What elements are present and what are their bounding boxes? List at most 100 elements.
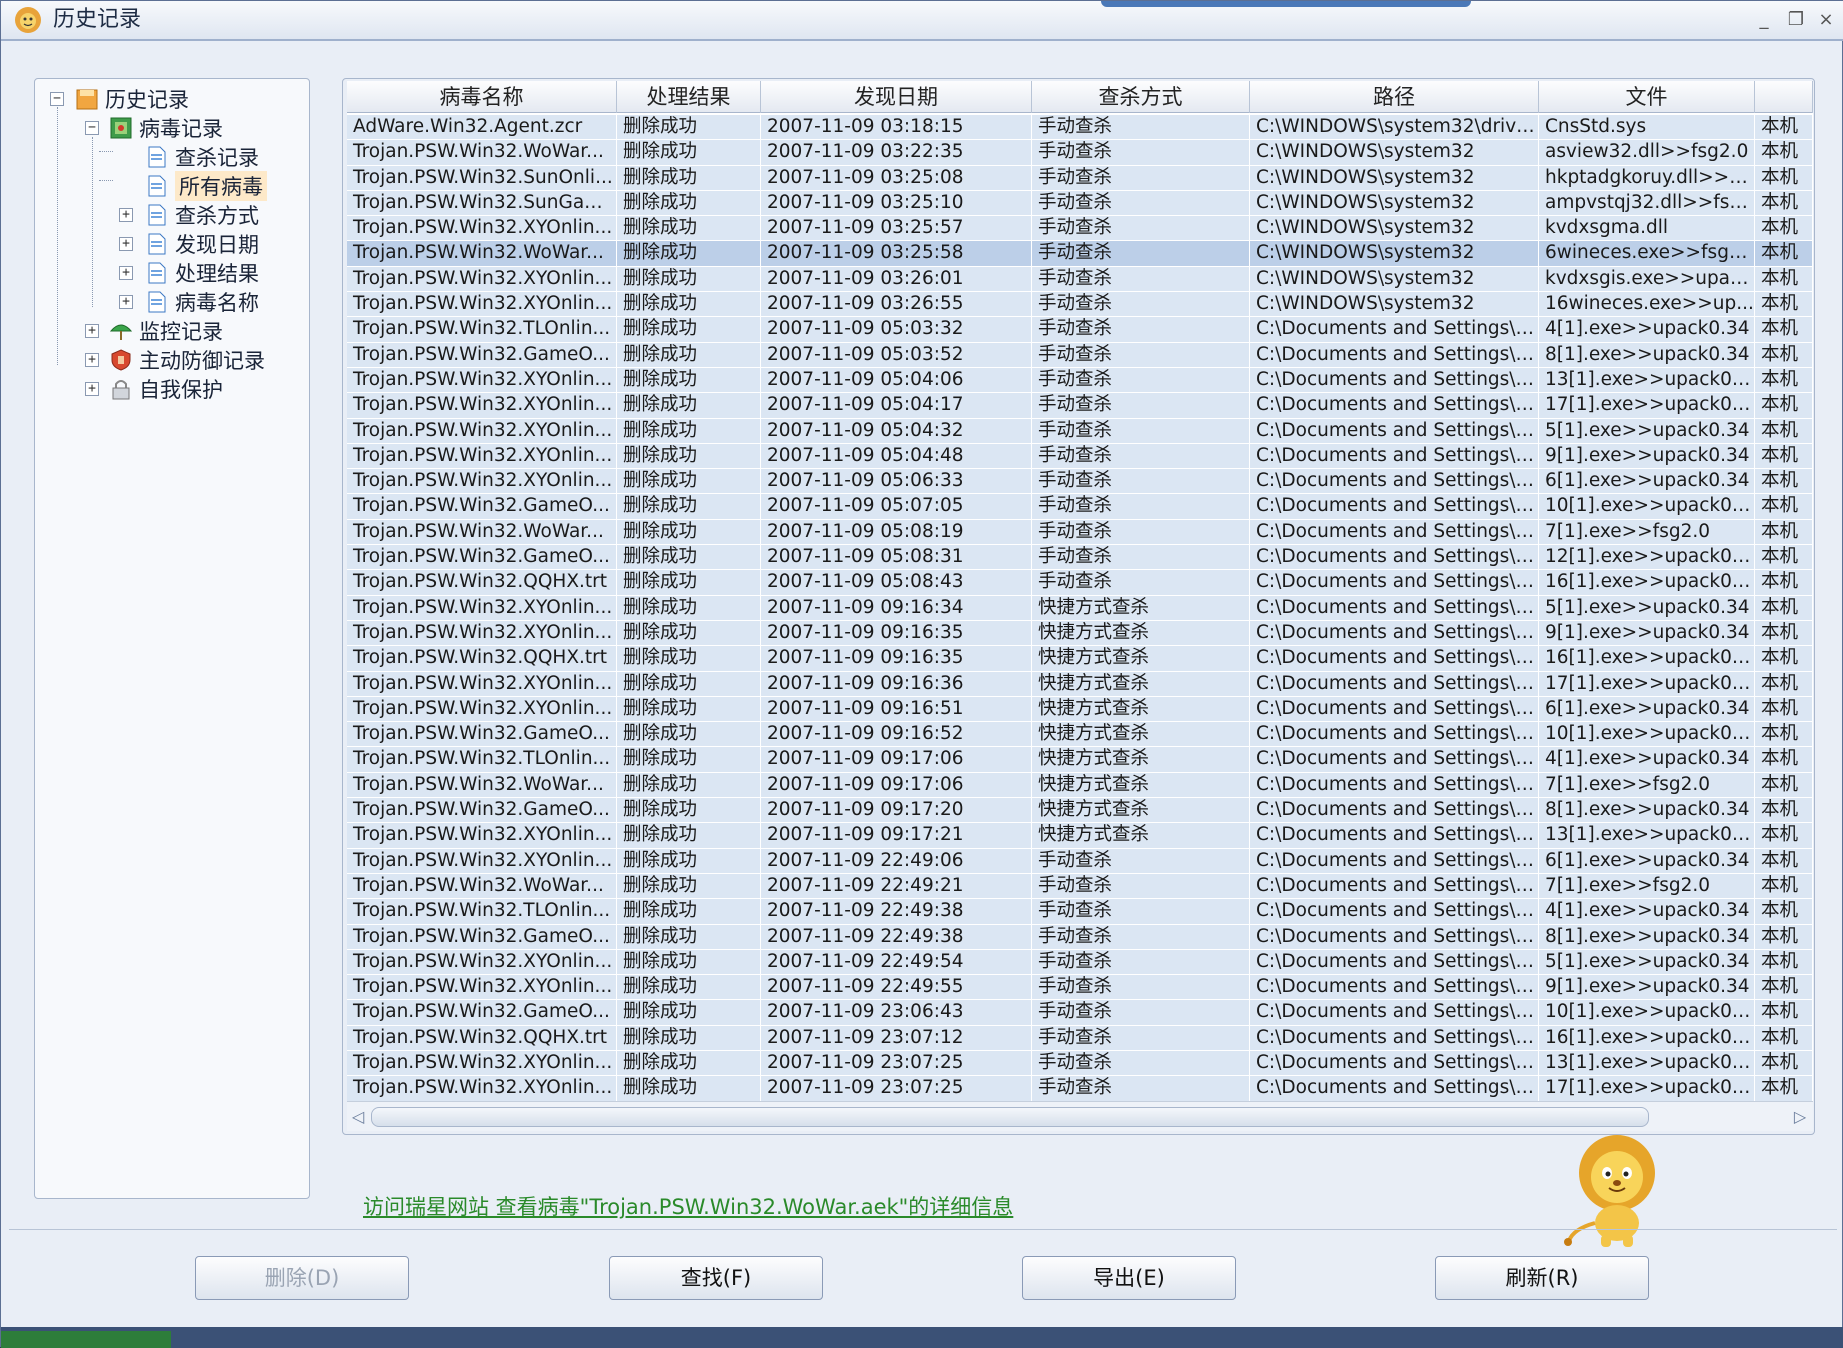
table-row[interactable]: Trojan.PSW.Win32.XYOnlin... 删除成功 2007-11-0… (347, 848, 1813, 874)
expand-toggle[interactable]: + (119, 208, 133, 222)
table-row[interactable]: Trojan.PSW.Win32.GameO... 删除成功 2007-11-09 … (347, 722, 1813, 748)
find-button[interactable]: 查找(F) (609, 1256, 823, 1300)
table-row[interactable]: Trojan.PSW.Win32.XYOnlin... 删除成功 2007-11-0… (347, 367, 1813, 394)
collapse-virus-toggle[interactable]: − (85, 121, 99, 135)
table-row[interactable]: Trojan.PSW.Win32.WoWar... 删除成功 2007-11-09 … (347, 519, 1813, 546)
shield-hand-icon (111, 349, 131, 371)
tree-item-history[interactable]: 历史记录 (75, 85, 189, 113)
virus-name-cell: Trojan.PSW.Win32.XYOnlin... (347, 975, 617, 1000)
table-row[interactable]: Trojan.PSW.Win32.XYOnlin... 删除成功 2007-11-0… (347, 393, 1813, 419)
table-row[interactable]: Trojan.PSW.Win32.XYOnlin... 删除成功 2007-11-0… (347, 696, 1813, 723)
table-row[interactable]: Trojan.PSW.Win32.GameO... 删除成功 2007-11-09 … (347, 798, 1813, 824)
table-row[interactable]: Trojan.PSW.Win32.GameO... 删除成功 2007-11-09 … (347, 924, 1813, 950)
tree-item-monitor[interactable]: 监控记录 (109, 317, 223, 345)
file-cell: 16[1].exe>>upack0.34 (1539, 570, 1755, 595)
file-cell: 4[1].exe>>upack0.34 (1539, 317, 1755, 342)
column-header-file[interactable]: 文件 (1539, 81, 1755, 113)
result-cell: 删除成功 (617, 949, 761, 975)
horizontal-scrollbar[interactable]: ◁ ▷ (347, 1101, 1813, 1131)
refresh-button[interactable]: 刷新(R) (1435, 1256, 1649, 1300)
scrollbar-thumb[interactable] (371, 1107, 1649, 1127)
tree-item-all-virus[interactable]: 所有病毒 (145, 171, 267, 201)
expand-toggle[interactable]: + (85, 382, 99, 396)
table-row[interactable]: Trojan.PSW.Win32.XYOnlin... 删除成功 2007-11-0… (347, 1050, 1813, 1077)
column-header-source[interactable] (1755, 81, 1813, 113)
date-cell: 2007-11-09 05:07:05 (761, 494, 1032, 519)
tree-item-virus-name[interactable]: 病毒名称 (145, 288, 259, 316)
table-row[interactable]: Trojan.PSW.Win32.GameO... 删除成功 2007-11-09 … (347, 1000, 1813, 1026)
file-cell: 4[1].exe>>upack0.34 (1539, 747, 1755, 772)
table-row[interactable]: Trojan.PSW.Win32.XYOnlin... 删除成功 2007-11-0… (347, 266, 1813, 293)
file-cell: CnsStd.sys (1539, 115, 1755, 140)
record-table[interactable]: 病毒名称 处理结果 发现日期 查杀方式 路径 文件 AdWare.Win32.A… (347, 81, 1813, 1103)
expand-toggle[interactable]: + (119, 295, 133, 309)
table-row[interactable]: Trojan.PSW.Win32.QQHX.trt 删除成功 2007-11-09 … (347, 646, 1813, 672)
table-row[interactable]: Trojan.PSW.Win32.GameO... 删除成功 2007-11-09 … (347, 494, 1813, 520)
table-row[interactable]: Trojan.PSW.Win32.SunGam... 删除成功 2007-11-09… (347, 190, 1813, 217)
tree-item-scan-record[interactable]: 查杀记录 (145, 143, 259, 171)
table-row[interactable]: Trojan.PSW.Win32.GameO... 删除成功 2007-11-09 … (347, 545, 1813, 571)
table-row[interactable]: Trojan.PSW.Win32.TLOnlin... 删除成功 2007-11-0… (347, 317, 1813, 343)
delete-button[interactable]: 删除(D) (195, 1256, 409, 1300)
table-row[interactable]: Trojan.PSW.Win32.TLOnlin... 删除成功 2007-11-0… (347, 899, 1813, 925)
table-row[interactable]: Trojan.PSW.Win32.QQHX.trt 删除成功 2007-11-09 … (347, 570, 1813, 596)
table-row[interactable]: Trojan.PSW.Win32.XYOnlin... 删除成功 2007-11-0… (347, 595, 1813, 621)
table-row[interactable]: Trojan.PSW.Win32.XYOnlin... 删除成功 2007-11-0… (347, 620, 1813, 647)
column-header-method[interactable]: 查杀方式 (1032, 81, 1250, 113)
column-header-date[interactable]: 发现日期 (761, 81, 1032, 113)
column-header-path[interactable]: 路径 (1250, 81, 1539, 113)
table-row[interactable]: Trojan.PSW.Win32.TLOnlin... 删除成功 2007-11-0… (347, 747, 1813, 773)
tree-item-result[interactable]: 处理结果 (145, 259, 259, 287)
virus-name-cell: Trojan.PSW.Win32.QQHX.trt (347, 646, 617, 671)
table-row[interactable]: Trojan.PSW.Win32.XYOnlin... 删除成功 2007-11-0… (347, 671, 1813, 697)
table-row[interactable]: Trojan.PSW.Win32.GameO... 删除成功 2007-11-09 … (347, 342, 1813, 368)
table-row[interactable]: Trojan.PSW.Win32.XYOnlin... 删除成功 2007-11-0… (347, 975, 1813, 1001)
result-cell: 删除成功 (617, 975, 761, 1000)
table-row[interactable]: Trojan.PSW.Win32.SunOnli... 删除成功 2007-11-0… (347, 165, 1813, 191)
export-button[interactable]: 导出(E) (1022, 1256, 1236, 1300)
expand-toggle[interactable]: + (85, 324, 99, 338)
scroll-left-arrow-icon[interactable]: ◁ (349, 1106, 367, 1128)
minimize-button[interactable]: _ (1753, 9, 1775, 31)
table-row[interactable]: Trojan.PSW.Win32.WoWar... 删除成功 2007-11-09 … (347, 873, 1813, 900)
tree-item-self-protect[interactable]: 自我保护 (109, 375, 223, 403)
method-cell: 快捷方式查杀 (1032, 671, 1250, 696)
table-row[interactable]: Trojan.PSW.Win32.XYOnlin... 删除成功 2007-11-0… (347, 418, 1813, 444)
path-cell: C:\Documents and Settings\A... (1250, 823, 1539, 848)
column-header-virus-name[interactable]: 病毒名称 (347, 81, 617, 113)
table-row[interactable]: Trojan.PSW.Win32.XYOnlin... 删除成功 2007-11-0… (347, 949, 1813, 976)
table-row[interactable]: AdWare.Win32.Agent.zcr 删除成功 2007-11-09 03:… (347, 115, 1813, 141)
method-cell: 手动查杀 (1032, 266, 1250, 292)
table-row[interactable]: Trojan.PSW.Win32.XYOnlin... 删除成功 2007-11-0… (347, 469, 1813, 495)
column-header-result[interactable]: 处理结果 (617, 81, 761, 113)
table-row[interactable]: Trojan.PSW.Win32.XYOnlin... 删除成功 2007-11-0… (347, 823, 1813, 849)
method-cell: 快捷方式查杀 (1032, 823, 1250, 848)
tree-item-virus-records[interactable]: 病毒记录 (109, 114, 223, 142)
scroll-right-arrow-icon[interactable]: ▷ (1791, 1106, 1809, 1128)
title-bar[interactable]: 历史记录 _ ❐ × (1, 1, 1843, 41)
table-row-selected[interactable]: Trojan.PSW.Win32.WoWar... 删除成功 2007-11-09 … (347, 241, 1813, 267)
table-row[interactable]: Trojan.PSW.Win32.XYOnlin... 删除成功 2007-11-0… (347, 443, 1813, 470)
tree-item-defense[interactable]: 主动防御记录 (109, 346, 265, 374)
table-row[interactable]: Trojan.PSW.Win32.XYOnlin... 删除成功 2007-11-0… (347, 216, 1813, 242)
expand-toggle[interactable]: + (119, 266, 133, 280)
close-button[interactable]: × (1815, 9, 1837, 31)
file-cell: 16wineces.exe>>up... (1539, 292, 1755, 317)
expand-toggle[interactable]: + (85, 353, 99, 367)
maximize-button[interactable]: ❐ (1785, 9, 1807, 31)
virus-info-link[interactable]: 访问瑞星网站 查看病毒"Trojan.PSW.Win32.WoWar.aek"的… (363, 1191, 1013, 1221)
table-row[interactable]: Trojan.PSW.Win32.QQHX.trt 删除成功 2007-11-09 … (347, 1025, 1813, 1051)
result-cell: 删除成功 (617, 393, 761, 418)
table-row[interactable]: Trojan.PSW.Win32.XYOnlin... 删除成功 2007-11-0… (347, 1076, 1813, 1102)
path-cell: C:\Documents and Settings\A... (1250, 519, 1539, 545)
date-cell: 2007-11-09 22:49:06 (761, 848, 1032, 873)
table-row[interactable]: Trojan.PSW.Win32.WoWar... 删除成功 2007-11-09 … (347, 772, 1813, 799)
method-cell: 快捷方式查杀 (1032, 772, 1250, 798)
tree-label: 监控记录 (139, 320, 223, 344)
expand-toggle[interactable]: + (119, 237, 133, 251)
table-row[interactable]: Trojan.PSW.Win32.WoWar... 删除成功 2007-11-09 … (347, 140, 1813, 166)
table-row[interactable]: Trojan.PSW.Win32.XYOnlin... 删除成功 2007-11-0… (347, 292, 1813, 318)
collapse-root-toggle[interactable]: − (50, 92, 64, 106)
tree-item-found-date[interactable]: 发现日期 (145, 230, 259, 258)
tree-item-scan-method[interactable]: 查杀方式 (145, 201, 259, 229)
